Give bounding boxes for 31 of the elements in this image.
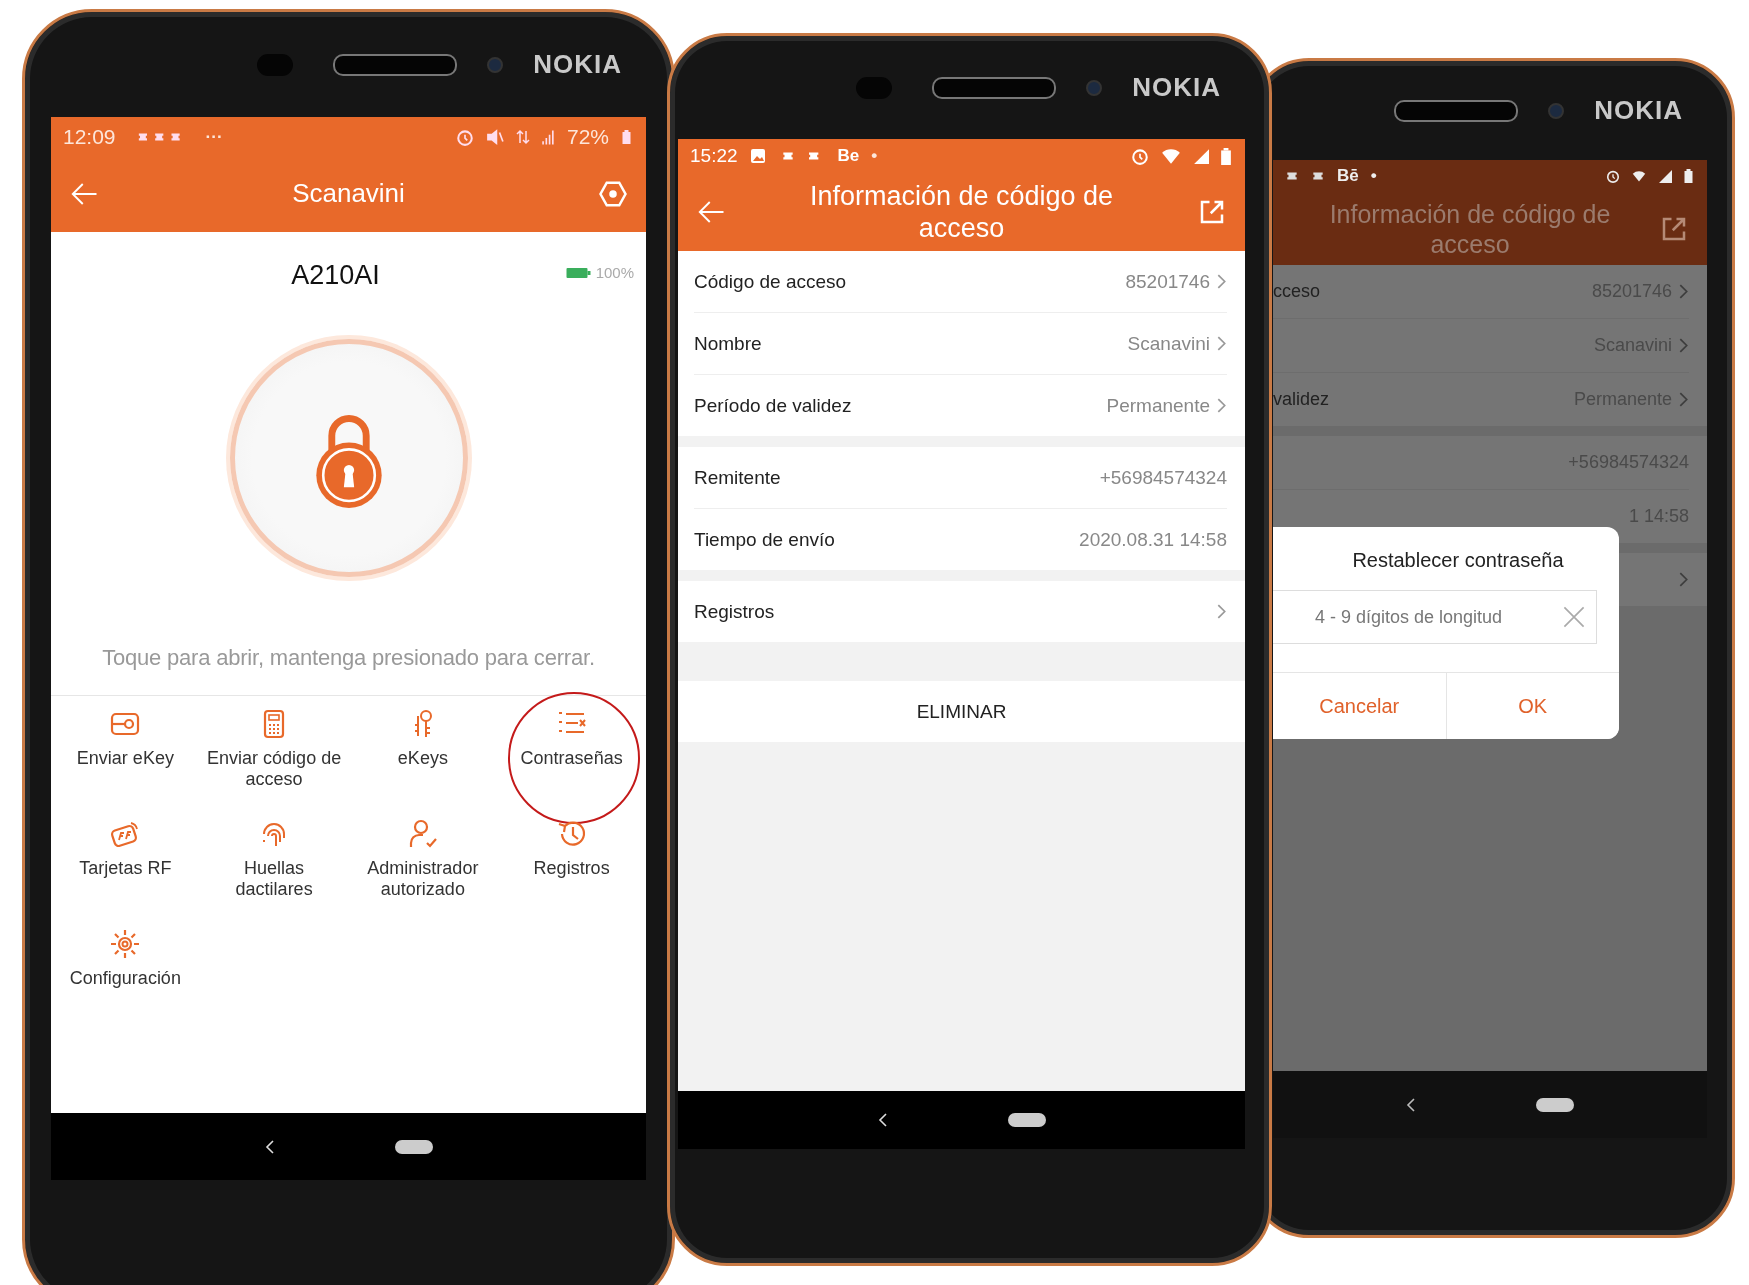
battery-percent: 72% (566, 124, 609, 149)
row-label: Remitente (694, 466, 781, 489)
row-value: +56984574324 (1099, 466, 1227, 489)
status-time: 12:09 (63, 124, 116, 149)
row-value: Scanavini (1127, 332, 1210, 355)
status-dot: • (1370, 166, 1377, 186)
brand-logo: NOKIA (1594, 95, 1683, 126)
status-time: 15:22 (690, 145, 738, 167)
screen-title: Scanavini (291, 178, 406, 210)
dialog-title: Restablecer contraseña (1351, 548, 1565, 573)
brand-logo: NOKIA (533, 49, 622, 80)
row-value: 2020.08.31 14:58 (1079, 528, 1227, 551)
screen-title: Información de código de acceso (1328, 198, 1612, 259)
row-label: Nombre (694, 332, 762, 355)
hint-text: Toque para abrir, mantenga presionado para cerrar. (101, 645, 596, 671)
brand-logo: NOKIA (1132, 72, 1221, 103)
screen-title: Información de código de acceso (808, 179, 1115, 245)
row-label: Tiempo de envío (694, 528, 835, 551)
status-dot: • (871, 146, 878, 166)
row-label: Período de validez (694, 394, 852, 417)
status-more: ··· (205, 126, 223, 147)
battery-percent: 100% (595, 264, 634, 281)
row-value: 85201746 (1125, 270, 1210, 293)
status-label: Be (837, 146, 860, 166)
row-label: validez (1273, 389, 1330, 410)
row-label: cceso (1273, 281, 1321, 302)
status-label: Bē (1337, 166, 1359, 186)
row-label: Registros (694, 600, 775, 623)
row-label: Código de acceso (694, 270, 847, 293)
row-value: Permanente (1106, 394, 1210, 417)
device-name: A210AI (291, 260, 380, 291)
